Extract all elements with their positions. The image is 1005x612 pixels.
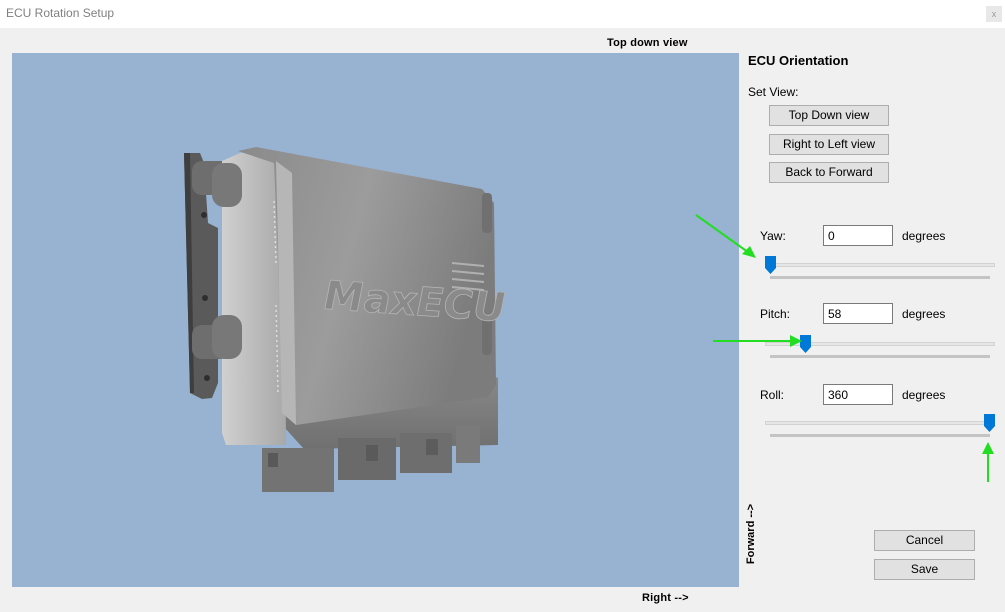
roll-slider-track (765, 421, 995, 425)
roll-input[interactable] (823, 384, 893, 405)
roll-slider[interactable] (765, 414, 995, 446)
roll-slider-thumb[interactable] (984, 414, 995, 432)
pitch-unit: degrees (902, 307, 946, 321)
yaw-slider-thumb[interactable] (765, 256, 776, 274)
set-view-label: Set View: (748, 85, 799, 99)
right-direction-label: Right --> (642, 592, 689, 604)
yaw-input[interactable] (823, 225, 893, 246)
pitch-annotation-arrow-icon (713, 335, 802, 347)
panel-heading: ECU Orientation (748, 53, 849, 68)
roll-label: Roll: (760, 388, 785, 402)
right-to-left-view-button[interactable]: Right to Left view (769, 134, 889, 155)
roll-unit: degrees (902, 388, 946, 402)
roll-slider-tickline (770, 434, 990, 437)
ecu-model-render: MaxECU (184, 147, 506, 492)
pitch-slider-tickline (770, 355, 990, 358)
yaw-label: Yaw: (760, 229, 786, 243)
ecu-3d-viewport[interactable]: MaxECU (12, 53, 739, 587)
yaw-slider[interactable] (765, 256, 995, 288)
roll-annotation-arrow-icon (982, 442, 994, 482)
top-down-view-button[interactable]: Top Down view (769, 105, 889, 126)
pitch-input[interactable] (823, 303, 893, 324)
close-icon[interactable]: x (986, 6, 1002, 22)
title-bar: ECU Rotation Setup x (0, 0, 1005, 28)
cancel-button[interactable]: Cancel (874, 530, 975, 551)
pitch-label: Pitch: (760, 307, 791, 321)
yaw-annotation-arrow-icon (695, 214, 756, 258)
yaw-slider-track (765, 263, 995, 267)
back-to-forward-button[interactable]: Back to Forward (769, 162, 889, 183)
save-button[interactable]: Save (874, 559, 975, 580)
yaw-slider-tickline (770, 276, 990, 279)
yaw-unit: degrees (902, 229, 946, 243)
window-title: ECU Rotation Setup (6, 6, 115, 20)
top-view-label: Top down view (607, 37, 688, 49)
forward-direction-text: Forward --> (745, 503, 757, 565)
forward-direction-label: Forward --> (741, 498, 761, 574)
